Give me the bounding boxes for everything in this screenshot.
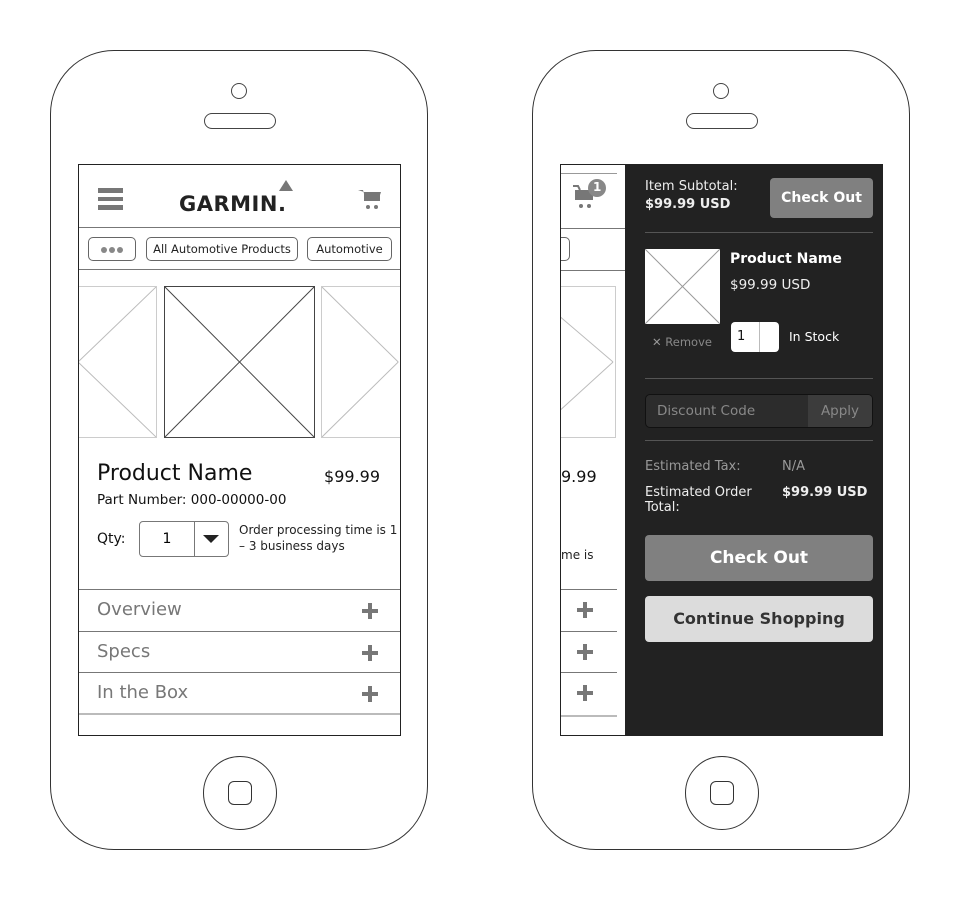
total-label: Estimated Order Total: [645, 485, 752, 515]
accordion-label: Overview [97, 599, 182, 620]
product-image-carousel[interactable] [79, 286, 400, 438]
header-divider [561, 173, 617, 174]
note-fragment: me is [561, 548, 594, 562]
continue-shopping-button[interactable]: Continue Shopping [645, 596, 873, 642]
home-square-icon [228, 781, 252, 805]
plus-icon[interactable] [362, 686, 378, 702]
image-placeholder [561, 286, 616, 438]
accordion-specs[interactable]: Specs [79, 631, 400, 673]
divider [645, 232, 873, 233]
cart-drawer: Item Subtotal: $99.99 USD Check Out Prod… [625, 165, 882, 735]
plus-icon[interactable] [577, 644, 593, 660]
row-divider [561, 631, 617, 632]
more-breadcrumbs-button[interactable] [88, 237, 136, 261]
front-camera [231, 83, 247, 99]
divider [645, 378, 873, 379]
home-button[interactable] [685, 756, 759, 830]
product-name: Product Name [97, 461, 253, 486]
subtotal-label: Item Subtotal: [645, 179, 738, 194]
shopping-cart-icon[interactable] [358, 187, 382, 211]
apply-discount-button[interactable]: Apply [808, 395, 872, 427]
accordion-in-the-box[interactable]: In the Box [79, 672, 400, 714]
cart-item-price: $99.99 USD [730, 277, 811, 293]
qty-label: Qty: [97, 531, 126, 547]
part-number: Part Number: 000-00000-00 [97, 492, 287, 508]
row-divider [561, 589, 617, 590]
row-divider [561, 715, 617, 717]
phone-frame-product: GARMIN. All Automotive Products Automoti… [50, 50, 428, 850]
plus-icon[interactable] [362, 645, 378, 661]
plus-icon[interactable] [577, 602, 593, 618]
home-square-icon [710, 781, 734, 805]
product-price: $99.99 [324, 467, 380, 486]
subtotal-value: $99.99 USD [645, 197, 731, 212]
accordion-label: In the Box [97, 682, 189, 703]
divider [645, 440, 873, 441]
ellipsis-icon [100, 238, 124, 260]
home-button[interactable] [203, 756, 277, 830]
remove-label: Remove [665, 335, 712, 349]
stock-status: In Stock [789, 329, 840, 344]
processing-time-note: Order processing time is 1 – 3 business … [239, 523, 398, 553]
breadcrumb-border [561, 270, 625, 271]
chevron-down-icon[interactable] [203, 535, 219, 543]
phone-frame-cart: 1 9.99 me is Item Subtotal: $99.99 USD C… [532, 50, 910, 850]
accordion-label: Specs [97, 641, 151, 662]
header: GARMIN. [79, 165, 400, 228]
total-value: $99.99 USD [782, 485, 868, 500]
cart-qty-input[interactable]: 1 [731, 322, 779, 352]
next-image-placeholder[interactable] [321, 286, 400, 438]
plus-icon[interactable] [362, 603, 378, 619]
checkout-button[interactable]: Check Out [645, 535, 873, 581]
breadcrumb: All Automotive Products Automotive [79, 228, 400, 270]
cart-item-name: Product Name [730, 251, 842, 267]
remove-item-button[interactable]: ✕ Remove [652, 335, 712, 349]
earpiece-speaker [686, 113, 758, 129]
qty-value: 1 [140, 522, 195, 556]
logo-triangle-icon [279, 180, 293, 191]
header-border [561, 228, 625, 229]
tax-value: N/A [782, 459, 805, 474]
quantity-select[interactable]: 1 [139, 521, 229, 557]
product-page-underlay: 1 9.99 me is [561, 165, 625, 735]
breadcrumb-automotive[interactable]: Automotive [307, 237, 392, 261]
garmin-logo[interactable]: GARMIN. [179, 192, 286, 216]
breadcrumb-all-automotive[interactable]: All Automotive Products [146, 237, 298, 261]
cart-screen: 1 9.99 me is Item Subtotal: $99.99 USD C… [560, 164, 883, 736]
accordion-overview[interactable]: Overview [79, 589, 400, 631]
close-icon: ✕ [652, 335, 662, 349]
earpiece-speaker [204, 113, 276, 129]
front-camera [713, 83, 729, 99]
price-fragment: 9.99 [561, 467, 597, 486]
hamburger-menu-icon[interactable] [98, 188, 123, 210]
item-subtotal: Item Subtotal: $99.99 USD [645, 178, 738, 214]
cart-badge: 1 [593, 180, 602, 194]
prev-image-placeholder[interactable] [79, 286, 157, 438]
breadcrumb-chip[interactable] [561, 237, 570, 261]
cart-qty-value: 1 [737, 329, 746, 344]
shopping-cart-icon[interactable] [573, 178, 607, 212]
checkout-top-button[interactable]: Check Out [770, 178, 873, 218]
product-screen: GARMIN. All Automotive Products Automoti… [78, 164, 401, 736]
discount-code-input[interactable] [646, 395, 808, 427]
accordion-divider [79, 713, 400, 735]
tax-label: Estimated Tax: [645, 459, 741, 474]
main-image-placeholder[interactable] [164, 286, 315, 438]
discount-code-field: Apply [645, 394, 873, 428]
row-divider [561, 672, 617, 673]
cart-item-image-placeholder [644, 248, 721, 325]
plus-icon[interactable] [577, 685, 593, 701]
